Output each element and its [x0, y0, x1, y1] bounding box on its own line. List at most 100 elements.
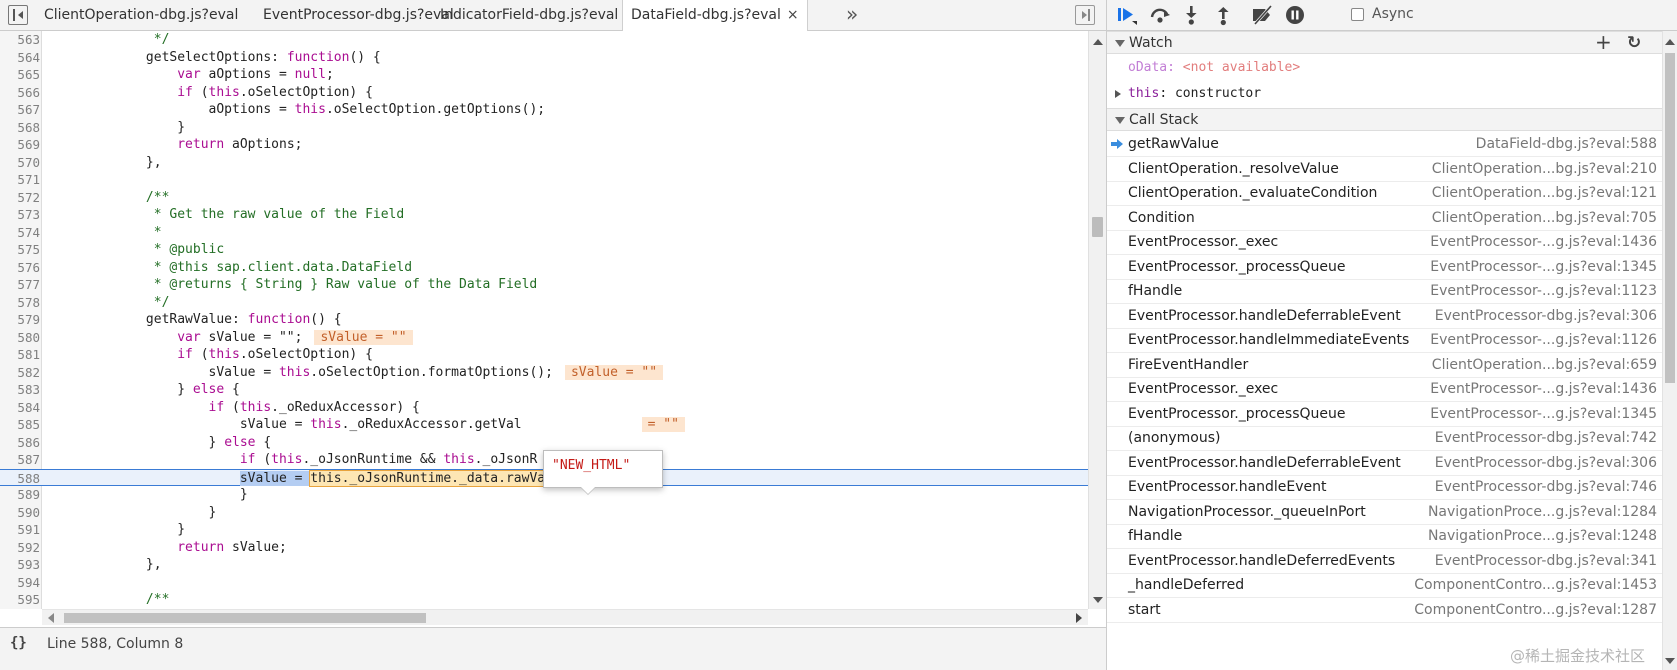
line-number[interactable]: 593 — [0, 556, 40, 574]
frame-location[interactable]: ComponentContro...g.js?eval:1453 — [1414, 573, 1657, 597]
code-line[interactable]: 594 — [0, 574, 1088, 592]
add-watch-icon[interactable]: + — [1595, 31, 1612, 53]
toggle-debugger-sidebar-icon[interactable] — [1075, 5, 1095, 25]
call-stack-frame[interactable]: (anonymous) EventProcessor-dbg.js?eval:74… — [1107, 426, 1662, 451]
toggle-navigator-icon[interactable] — [8, 5, 28, 25]
more-tabs-icon[interactable]: » — [846, 2, 858, 26]
frame-location[interactable]: ClientOperation...bg.js?eval:121 — [1432, 181, 1657, 205]
line-number[interactable]: 587 — [0, 451, 40, 469]
frame-location[interactable]: ClientOperation...bg.js?eval:210 — [1432, 157, 1657, 181]
editor-tab[interactable]: ClientOperation-dbg.js?eval — [36, 0, 246, 31]
sidebar-vertical-scrollbar[interactable] — [1662, 31, 1677, 670]
code-line[interactable]: 577 * @returns { String } Raw value of t… — [0, 276, 1088, 294]
code-line[interactable]: 590 } — [0, 504, 1088, 522]
line-number[interactable]: 576 — [0, 259, 40, 277]
frame-location[interactable]: EventProcessor-dbg.js?eval:341 — [1435, 549, 1657, 573]
code-line[interactable]: 591 } — [0, 521, 1088, 539]
code-line[interactable]: 563 */ — [0, 31, 1088, 49]
step-into-button[interactable] — [1179, 4, 1203, 26]
call-stack-frame[interactable]: Condition ClientOperation...bg.js?eval:70… — [1107, 206, 1662, 231]
line-number[interactable]: 577 — [0, 276, 40, 294]
code-line[interactable]: 568 } — [0, 119, 1088, 137]
line-number[interactable]: 583 — [0, 381, 40, 399]
scroll-thumb[interactable] — [64, 613, 426, 623]
code-line[interactable]: 595 /** — [0, 591, 1088, 609]
line-number[interactable]: 564 — [0, 49, 40, 67]
line-number[interactable]: 578 — [0, 294, 40, 312]
editor-vertical-scrollbar[interactable] — [1088, 31, 1106, 609]
line-number[interactable]: 589 — [0, 486, 40, 504]
frame-location[interactable]: ClientOperation...bg.js?eval:705 — [1432, 206, 1657, 230]
line-number[interactable]: 566 — [0, 84, 40, 102]
watch-item[interactable]: oData: <not available> — [1107, 55, 1662, 81]
scroll-right-icon[interactable] — [1076, 613, 1082, 623]
scroll-thumb[interactable] — [1092, 217, 1103, 237]
code-line[interactable]: 572 /** — [0, 189, 1088, 207]
call-stack-frame[interactable]: EventProcessor._processQueue EventProcess… — [1107, 255, 1662, 280]
call-stack-frame[interactable]: EventProcessor._exec EventProcessor-...g.… — [1107, 230, 1662, 255]
call-stack-frame[interactable]: ClientOperation._resolveValue ClientOpera… — [1107, 157, 1662, 182]
line-number[interactable]: 581 — [0, 346, 40, 364]
line-number[interactable]: 580 — [0, 329, 40, 347]
line-number[interactable]: 582 — [0, 364, 40, 382]
line-number[interactable]: 592 — [0, 539, 40, 557]
code-line[interactable]: 581 if (this.oSelectOption) { — [0, 346, 1088, 364]
code-line[interactable]: 573 * Get the raw value of the Field — [0, 206, 1088, 224]
frame-location[interactable]: EventProcessor-...g.js?eval:1126 — [1430, 328, 1657, 352]
call-stack-frame[interactable]: FireEventHandler ClientOperation...bg.js?… — [1107, 353, 1662, 378]
frame-location[interactable]: NavigationProce...g.js?eval:1284 — [1428, 500, 1657, 524]
code-line[interactable]: 582 sValue = this.oSelectOption.formatOp… — [0, 364, 1088, 382]
line-number[interactable]: 585 — [0, 416, 40, 434]
line-number[interactable]: 570 — [0, 154, 40, 172]
scroll-thumb[interactable] — [1665, 53, 1675, 383]
line-number[interactable]: 594 — [0, 574, 40, 592]
line-number[interactable]: 571 — [0, 171, 40, 189]
scroll-down-icon[interactable] — [1665, 658, 1675, 664]
code-line[interactable]: 566 if (this.oSelectOption) { — [0, 84, 1088, 102]
line-number[interactable]: 574 — [0, 224, 40, 242]
frame-location[interactable]: EventProcessor-...g.js?eval:1345 — [1430, 255, 1657, 279]
code-line[interactable]: 567 aOptions = this.oSelectOption.getOpt… — [0, 101, 1088, 119]
frame-location[interactable]: EventProcessor-...g.js?eval:1123 — [1430, 279, 1657, 303]
evaluated-expression[interactable]: this._oJsonRuntime._data.rawValue — [309, 469, 570, 487]
code-line[interactable]: 585 sValue = this._oReduxAccessor.getVal… — [0, 416, 1088, 434]
line-number[interactable]: 573 — [0, 206, 40, 224]
scroll-up-icon[interactable] — [1665, 39, 1675, 45]
collapse-triangle-icon[interactable] — [1115, 40, 1125, 47]
step-over-button[interactable] — [1148, 4, 1172, 26]
code-line[interactable]: 586 } else { — [0, 434, 1088, 452]
call-stack-frame[interactable]: NavigationProcessor._queueInPort Navigati… — [1107, 500, 1662, 525]
code-editor[interactable]: 563 */564 getSelectOptions: function() {… — [0, 31, 1088, 609]
code-line[interactable]: 576 * @this sap.client.data.DataField — [0, 259, 1088, 277]
code-line[interactable]: 584 if (this._oReduxAccessor) { — [0, 399, 1088, 417]
frame-location[interactable]: EventProcessor-dbg.js?eval:742 — [1435, 426, 1657, 450]
code-line[interactable]: 571 — [0, 171, 1088, 189]
frame-location[interactable]: EventProcessor-...g.js?eval:1345 — [1430, 402, 1657, 426]
deactivate-breakpoints-button[interactable] — [1251, 4, 1275, 26]
frame-location[interactable]: EventProcessor-dbg.js?eval:746 — [1435, 475, 1657, 499]
code-line[interactable]: 570 }, — [0, 154, 1088, 172]
line-number[interactable]: 584 — [0, 399, 40, 417]
call-stack-frame[interactable]: EventProcessor.handleDeferrableEvent Even… — [1107, 304, 1662, 329]
code-line[interactable]: 579 getRawValue: function() { — [0, 311, 1088, 329]
code-line[interactable]: 580 var sValue = ""; sValue = "" — [0, 329, 1088, 347]
code-line[interactable]: 589 } — [0, 486, 1088, 504]
frame-location[interactable]: EventProcessor-dbg.js?eval:306 — [1435, 304, 1657, 328]
pretty-print-button[interactable]: {} — [10, 635, 27, 651]
frame-location[interactable]: NavigationProce...g.js?eval:1248 — [1428, 524, 1657, 548]
code-line[interactable]: 574 * — [0, 224, 1088, 242]
step-out-button[interactable] — [1211, 4, 1235, 26]
frame-location[interactable]: EventProcessor-...g.js?eval:1436 — [1430, 230, 1657, 254]
line-number[interactable]: 565 — [0, 66, 40, 84]
refresh-watch-icon[interactable]: ↻ — [1627, 32, 1641, 54]
scroll-up-icon[interactable] — [1093, 39, 1103, 45]
line-number[interactable]: 591 — [0, 521, 40, 539]
line-number[interactable]: 572 — [0, 189, 40, 207]
close-tab-icon[interactable]: × — [787, 0, 799, 31]
line-number[interactable]: 568 — [0, 119, 40, 137]
expand-triangle-icon[interactable] — [1115, 90, 1121, 98]
line-number[interactable]: 567 — [0, 101, 40, 119]
code-line[interactable]: 575 * @public — [0, 241, 1088, 259]
call-stack-frame[interactable]: _handleDeferred ComponentContro...g.js?ev… — [1107, 573, 1662, 598]
line-number[interactable]: 569 — [0, 136, 40, 154]
